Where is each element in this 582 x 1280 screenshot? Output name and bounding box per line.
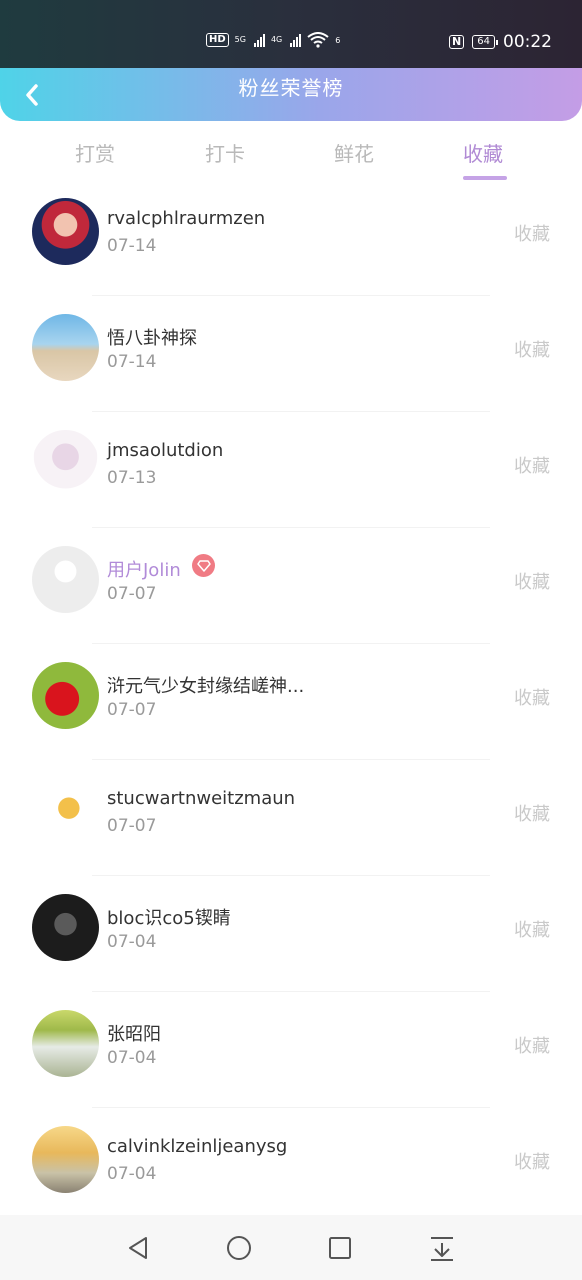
signal-icon-2 [290, 33, 302, 47]
page-title: 粉丝荣誉榜 [238, 76, 344, 100]
avatar[interactable] [32, 894, 99, 961]
notification-pull-icon[interactable] [427, 1233, 457, 1263]
user-name: 悟八卦神探 [107, 328, 197, 349]
favorite-label: 收藏 [514, 340, 550, 361]
favorite-label: 收藏 [514, 1036, 550, 1057]
tab-flowers[interactable]: 鲜花 [334, 138, 374, 167]
user-name: 用户Jolin [107, 560, 181, 581]
avatar[interactable] [32, 198, 99, 265]
active-tab-indicator [463, 176, 507, 180]
network-5g-icon: 5G [234, 35, 246, 44]
user-name: stucwartnweitzmaun [107, 788, 296, 809]
network-4g-icon: 4G [270, 35, 283, 44]
user-name: bloc识co5锲睛 [107, 908, 231, 929]
recents-square-icon[interactable] [325, 1233, 355, 1263]
date-label: 07-04 [107, 932, 157, 952]
divider [92, 295, 490, 296]
avatar[interactable] [32, 778, 99, 845]
avatar[interactable] [32, 1010, 99, 1077]
user-name: 张昭阳 [107, 1024, 161, 1045]
favorite-label: 收藏 [514, 688, 550, 709]
user-name: 浒元气少女封缘结嵯神... [107, 676, 305, 697]
user-name: rvalcphlraurmzen [107, 208, 266, 229]
divider [92, 1107, 490, 1108]
date-label: 07-07 [107, 700, 157, 720]
date-label: 07-13 [107, 468, 157, 488]
favorite-label: 收藏 [514, 804, 550, 825]
date-label: 07-07 [107, 816, 157, 836]
divider [92, 527, 490, 528]
clock: 00:22 [503, 32, 552, 52]
date-label: 07-04 [107, 1164, 157, 1184]
divider [92, 991, 490, 992]
divider [92, 759, 490, 760]
avatar[interactable] [32, 546, 99, 613]
system-navigation-bar [0, 1215, 582, 1280]
avatar[interactable] [32, 1126, 99, 1193]
favorite-label: 收藏 [514, 456, 550, 477]
status-right: N 64 00:22 [449, 32, 552, 52]
user-name: jmsaolutdion [107, 440, 224, 461]
user-name: calvinklzeinljeanysg [107, 1136, 288, 1157]
tab-reward[interactable]: 打赏 [75, 138, 115, 167]
status-icons: HD 5G 4G 6 [206, 32, 340, 48]
avatar[interactable] [32, 314, 99, 381]
date-label: 07-04 [107, 1048, 157, 1068]
favorite-label: 收藏 [514, 920, 550, 941]
wifi-icon [307, 32, 329, 48]
divider [92, 643, 490, 644]
tab-checkin[interactable]: 打卡 [205, 138, 245, 167]
tab-favorites[interactable]: 收藏 [463, 138, 503, 167]
vip-diamond-icon [192, 554, 215, 577]
avatar[interactable] [32, 662, 99, 729]
signal-icon-1 [253, 33, 265, 47]
wifi-label: 6 [335, 35, 341, 45]
avatar[interactable] [32, 430, 99, 497]
date-label: 07-07 [107, 584, 157, 604]
home-circle-icon[interactable] [224, 1233, 254, 1263]
date-label: 07-14 [107, 352, 157, 372]
hd-icon: HD [206, 33, 229, 47]
favorite-label: 收藏 [514, 224, 550, 245]
battery-icon: 64 [472, 35, 498, 49]
divider [92, 875, 490, 876]
diamond-icon [196, 559, 211, 572]
app-header: 粉丝荣誉榜 [0, 68, 582, 121]
nfc-icon: N [449, 35, 465, 49]
favorite-label: 收藏 [514, 1152, 550, 1173]
divider [92, 411, 490, 412]
favorite-label: 收藏 [514, 572, 550, 593]
date-label: 07-14 [107, 236, 157, 256]
back-triangle-icon[interactable] [124, 1233, 154, 1263]
